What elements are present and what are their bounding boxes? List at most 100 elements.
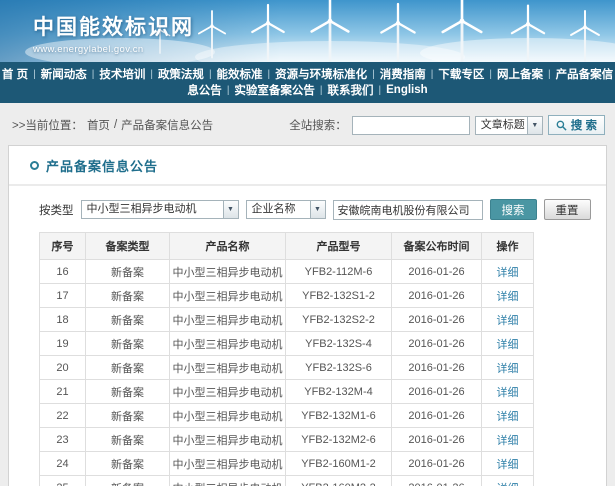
table-row: 22 新备案 中小型三相异步电动机 YFB2-132M1-6 2016-01-2… [40, 404, 534, 428]
breadcrumb-home-link[interactable]: 首页 [87, 117, 110, 133]
cell-date: 2016-01-26 [392, 380, 482, 404]
filter-search-button[interactable]: 搜索 [490, 199, 537, 220]
filter-type-label: 按类型 [39, 202, 74, 218]
chevron-down-icon: ▼ [223, 201, 238, 218]
cell-name: 中小型三相异步电动机 [170, 284, 286, 308]
detail-link[interactable]: 详细 [497, 459, 519, 471]
table-row: 16 新备案 中小型三相异步电动机 YFB2-112M-6 2016-01-26… [40, 260, 534, 284]
search-category-select[interactable]: 文章标题 ▼ [475, 116, 543, 135]
cell-seq: 21 [40, 380, 86, 404]
company-field-select[interactable]: 企业名称 ▼ [246, 200, 326, 219]
nav-item[interactable]: 消费指南 [375, 66, 431, 82]
cell-seq: 17 [40, 284, 86, 308]
detail-link[interactable]: 详细 [497, 267, 519, 279]
cell-model: YFB2-160M2-2 [286, 476, 392, 486]
cell-date: 2016-01-26 [392, 356, 482, 380]
table-row: 21 新备案 中小型三相异步电动机 YFB2-132M-4 2016-01-26… [40, 380, 534, 404]
cell-type: 新备案 [86, 260, 170, 284]
detail-link[interactable]: 详细 [497, 411, 519, 423]
detail-link[interactable]: 详细 [497, 291, 519, 303]
breadcrumb-prefix: >>当前位置： [12, 117, 83, 133]
cell-seq: 19 [40, 332, 86, 356]
cell-seq: 22 [40, 404, 86, 428]
nav-item[interactable]: 政策法规 [153, 66, 209, 82]
site-url: www.energylabel.gov.cn [33, 44, 194, 55]
cell-model: YFB2-132M1-6 [286, 404, 392, 428]
table-row: 18 新备案 中小型三相异步电动机 YFB2-132S2-2 2016-01-2… [40, 308, 534, 332]
cell-name: 中小型三相异步电动机 [170, 452, 286, 476]
nav-item[interactable]: 首 页 [0, 66, 33, 82]
breadcrumb-separator: / [114, 119, 117, 131]
main-area: >>当前位置： 首页 / 产品备案信息公告 全站搜索： 文章标题 ▼ 搜 索 [0, 103, 615, 486]
nav-item[interactable]: 资源与环境标准化 [270, 66, 372, 82]
filter-reset-button[interactable]: 重置 [544, 199, 591, 220]
site-search-button-label: 搜 索 [571, 117, 597, 133]
col-header-seq: 序号 [40, 233, 86, 260]
nav-row-1: 首 页|新闻动态|技术培训|政策法规|能效标准|资源与环境标准化|消费指南|下载… [0, 66, 615, 82]
content-card: 产品备案信息公告 按类型 中小型三相异步电动机 ▼ 企业名称 ▼ 搜索 重置 [8, 145, 607, 486]
table-row: 17 新备案 中小型三相异步电动机 YFB2-132S1-2 2016-01-2… [40, 284, 534, 308]
detail-link[interactable]: 详细 [497, 339, 519, 351]
table-row: 24 新备案 中小型三相异步电动机 YFB2-160M1-2 2016-01-2… [40, 452, 534, 476]
site-logo[interactable]: 中国能效标识网 www.energylabel.gov.cn [33, 11, 194, 55]
cell-seq: 23 [40, 428, 86, 452]
nav-item[interactable]: 息公告 [182, 82, 227, 98]
nav-item[interactable]: 能效标准 [212, 66, 268, 82]
cell-type: 新备案 [86, 356, 170, 380]
site-header: 中国能效标识网 www.energylabel.gov.cn [0, 0, 615, 62]
cell-name: 中小型三相异步电动机 [170, 332, 286, 356]
cell-type: 新备案 [86, 404, 170, 428]
table-header-row: 序号 备案类型 产品名称 产品型号 备案公布时间 操作 [40, 233, 534, 260]
product-type-select[interactable]: 中小型三相异步电动机 ▼ [81, 200, 239, 219]
cell-model: YFB2-132M-4 [286, 380, 392, 404]
cell-seq: 16 [40, 260, 86, 284]
cell-date: 2016-01-26 [392, 404, 482, 428]
site-search-button[interactable]: 搜 索 [548, 115, 605, 135]
company-name-input[interactable] [333, 200, 483, 220]
nav-item[interactable]: 技术培训 [94, 66, 150, 82]
detail-link[interactable]: 详细 [497, 435, 519, 447]
nav-item[interactable]: 联系我们 [323, 82, 379, 98]
detail-link[interactable]: 详细 [497, 483, 519, 486]
detail-link[interactable]: 详细 [497, 387, 519, 399]
nav-item[interactable]: 新闻动态 [36, 66, 92, 82]
cell-action: 详细 [482, 260, 534, 284]
nav-item[interactable]: English [381, 84, 433, 96]
nav-item[interactable]: 下载专区 [433, 66, 489, 82]
table-row: 23 新备案 中小型三相异步电动机 YFB2-132M2-6 2016-01-2… [40, 428, 534, 452]
cell-date: 2016-01-26 [392, 428, 482, 452]
cell-type: 新备案 [86, 452, 170, 476]
cell-action: 详细 [482, 308, 534, 332]
cell-action: 详细 [482, 284, 534, 308]
cell-name: 中小型三相异步电动机 [170, 476, 286, 486]
records-table: 序号 备案类型 产品名称 产品型号 备案公布时间 操作 16 新备案 中小型三相… [39, 232, 534, 486]
cell-name: 中小型三相异步电动机 [170, 404, 286, 428]
nav-row-2: 息公告|实验室备案公告|联系我们|English [0, 82, 615, 98]
site-search-label: 全站搜索： [289, 117, 347, 133]
cell-seq: 24 [40, 452, 86, 476]
table-row: 19 新备案 中小型三相异步电动机 YFB2-132S-4 2016-01-26… [40, 332, 534, 356]
breadcrumb-bar: >>当前位置： 首页 / 产品备案信息公告 全站搜索： 文章标题 ▼ 搜 索 [8, 115, 607, 145]
cell-seq: 18 [40, 308, 86, 332]
col-header-action: 操作 [482, 233, 534, 260]
section-header: 产品备案信息公告 [9, 146, 606, 186]
nav-item[interactable]: 产品备案信 [551, 66, 615, 82]
col-header-name: 产品名称 [170, 233, 286, 260]
nav-item[interactable]: 网上备案 [492, 66, 548, 82]
breadcrumb: >>当前位置： 首页 / 产品备案信息公告 [12, 117, 213, 133]
main-nav: 首 页|新闻动态|技术培训|政策法规|能效标准|资源与环境标准化|消费指南|下载… [0, 62, 615, 103]
cell-type: 新备案 [86, 284, 170, 308]
cell-seq: 25 [40, 476, 86, 486]
chevron-down-icon: ▼ [527, 117, 542, 134]
cell-date: 2016-01-26 [392, 308, 482, 332]
nav-item[interactable]: 实验室备案公告 [229, 82, 320, 98]
cell-action: 详细 [482, 404, 534, 428]
cell-date: 2016-01-26 [392, 284, 482, 308]
circle-bullet-icon [30, 161, 39, 170]
site-search-input[interactable] [352, 116, 470, 135]
page-title: 产品备案信息公告 [46, 156, 158, 175]
detail-link[interactable]: 详细 [497, 315, 519, 327]
cell-name: 中小型三相异步电动机 [170, 428, 286, 452]
breadcrumb-current: 产品备案信息公告 [121, 117, 213, 133]
detail-link[interactable]: 详细 [497, 363, 519, 375]
